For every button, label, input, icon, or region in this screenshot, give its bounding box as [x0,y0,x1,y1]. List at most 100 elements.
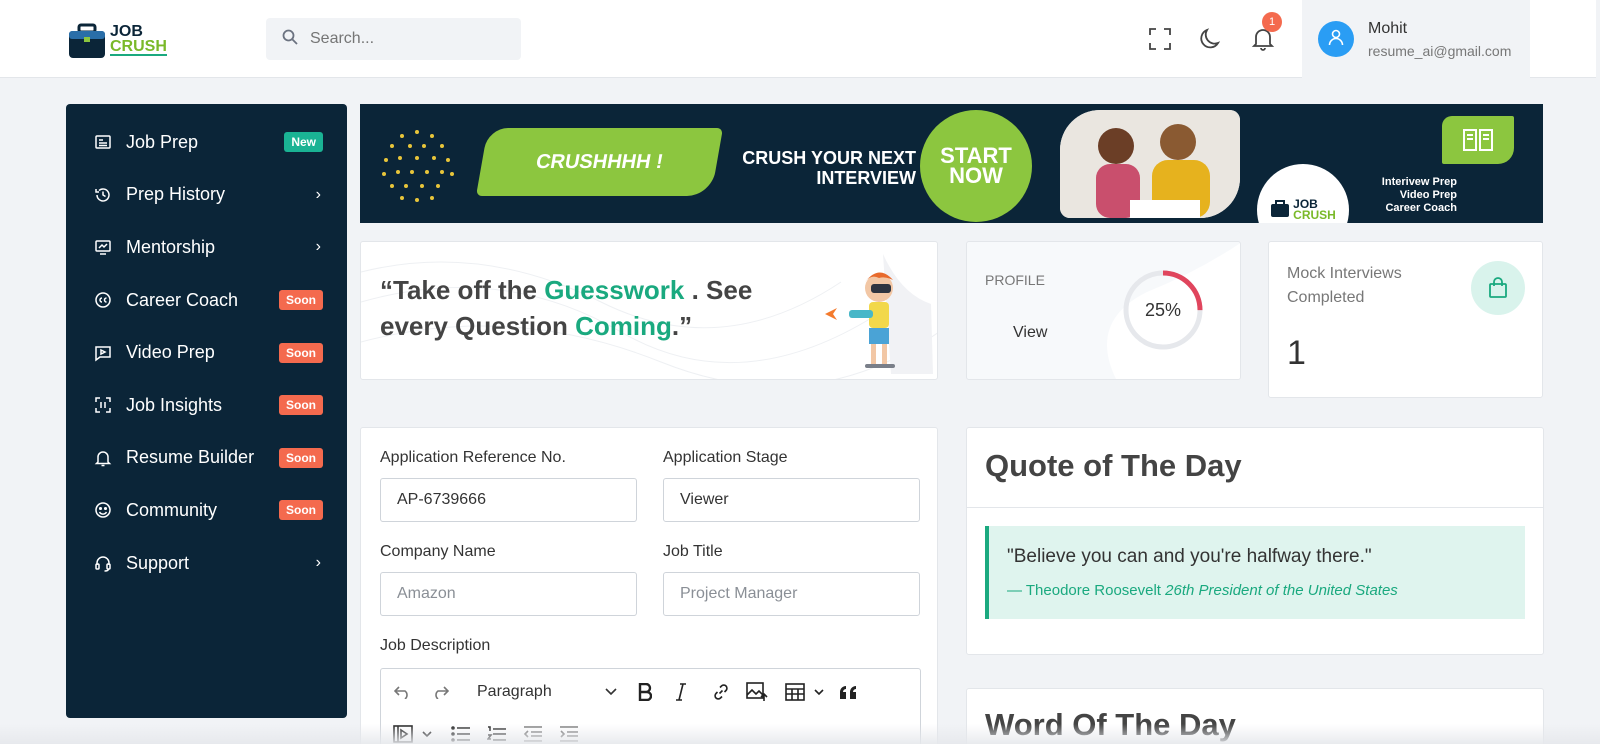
banner-headline-line2: INTERVIEW [816,168,916,188]
tagline-highlight: Coming [575,311,672,341]
dot-pattern-graphic [382,130,454,202]
italic-icon[interactable] [667,678,695,706]
outdent-icon[interactable] [519,720,547,744]
blockquote-icon[interactable] [835,678,863,706]
start-now-button[interactable]: START NOW [920,110,1032,222]
paragraph-style-select[interactable]: Paragraph [477,681,617,703]
sidebar-item-label: Job Prep [126,131,199,152]
banner-feature: Video Prep [1399,189,1457,201]
soon-badge: Soon [279,290,323,311]
banner-feature: Interivew Prep [1381,176,1457,188]
insert-image-icon[interactable] [743,678,771,706]
rich-text-editor[interactable]: Paragraph [380,668,921,744]
quote-text: "Believe you can and you're halfway ther… [1007,546,1372,567]
tagline-highlight: Guesswork [544,275,685,305]
job-description-label: Job Description [380,637,491,654]
chevron-right-icon: › [315,554,321,572]
indent-icon[interactable] [555,720,583,744]
new-badge: New [284,132,323,153]
promo-banner[interactable]: CRUSHHHH ! CRUSH YOUR NEXT INTERVIEW STA… [360,104,1543,223]
students-photo [1060,110,1240,218]
banner-feature: Career Coach [1385,202,1457,214]
book-icon [1442,116,1514,164]
quote-author-title: 26th President of the United States [1165,582,1398,599]
tagline-part: “Take off the [380,275,545,305]
job-title-label: Job Title [663,543,723,560]
sidebar-item-video-prep[interactable]: Video Prep Soon [66,326,347,379]
sidebar-item-label: Support [126,552,190,573]
sidebar-item-label: Resume Builder [126,447,255,468]
tagline-part: .” [671,311,693,341]
chevron-down-icon[interactable] [805,678,833,706]
mock-interviews-card: Mock Interviews Completed 1 [1268,241,1543,398]
sidebar-item-label: Career Coach [126,289,239,310]
bold-icon[interactable] [631,678,659,706]
undo-icon[interactable] [389,678,417,706]
banner-logo-crush: CRUSH [1293,208,1336,222]
profile-view-link[interactable]: View [1013,324,1047,342]
chevron-down-icon[interactable] [413,720,441,744]
bullet-list-icon[interactable] [447,720,475,744]
scan-icon [94,396,112,414]
banner-headline: CRUSH YOUR NEXT INTERVIEW [726,148,916,188]
sidebar-item-job-prep[interactable]: Job Prep New [66,116,347,169]
word-of-the-day-card: Word Of The Day [966,688,1544,744]
sidebar-item-career-coach[interactable]: Career Coach Soon [66,274,347,327]
fullscreen-icon[interactable] [1147,26,1173,52]
chevron-right-icon: › [315,238,321,256]
chevron-down-icon [605,683,617,701]
tagline-text: “Take off the Guesswork . See every Ques… [380,272,810,344]
search-icon [282,29,298,50]
stage-field[interactable] [663,478,920,522]
link-icon[interactable] [707,678,735,706]
chevron-right-icon: › [315,185,321,203]
quote-author-name: — Theodore Roosevelt [1007,582,1166,599]
sidebar-item-label: Job Insights [126,394,223,415]
sidebar-item-community[interactable]: Community Soon [66,484,347,537]
logo-text-crush: CRUSH [110,38,167,56]
banner-brush-text: CRUSHHHH ! [476,128,723,196]
app-logo[interactable]: JOB CRUSH [68,20,188,60]
ref-number-field[interactable] [380,478,637,522]
numbered-list-icon[interactable] [483,720,511,744]
paragraph-style-value: Paragraph [477,683,552,700]
sidebar-item-support[interactable]: Support › [66,537,347,590]
smiley-icon [94,501,112,519]
company-name-field[interactable] [380,572,637,616]
soon-badge: Soon [279,500,323,521]
sidebar-item-prep-history[interactable]: Prep History › [66,169,347,222]
job-title-field[interactable] [663,572,920,616]
search-input[interactable] [310,30,510,48]
quote-author: — Theodore Roosevelt 26th President of t… [1007,582,1398,599]
banner-feature-list: Interivew Prep Video Prep Career Coach [1363,176,1457,215]
quote-box: "Believe you can and you're halfway ther… [985,526,1525,619]
shopping-bag-icon [1471,261,1525,315]
tagline-card: “Take off the Guesswork . See every Ques… [360,241,938,380]
sidebar-item-resume-builder[interactable]: Resume Builder Soon [66,432,347,485]
profile-percent: 25% [1144,299,1182,320]
search-bar[interactable] [266,18,521,60]
stage-label: Application Stage [663,449,788,466]
sidebar-item-mentorship[interactable]: Mentorship › [66,221,347,274]
word-of-the-day-title: Word Of The Day [985,707,1236,742]
dark-mode-icon[interactable] [1198,26,1224,52]
soon-badge: Soon [279,447,323,468]
vr-kid-illustration [825,254,933,374]
headset-icon [94,554,112,572]
company-label: Company Name [380,543,496,560]
briefcase-icon [68,23,106,58]
profile-label: PROFILE [985,272,1045,288]
notification-badge: 1 [1262,12,1282,32]
cta-line2: NOW [949,163,1003,188]
bell-outline-icon [94,449,112,467]
sidebar-item-label: Video Prep [126,342,215,363]
quote-of-the-day-card: Quote of The Day "Believe you can and yo… [966,427,1544,655]
user-menu[interactable]: Mohit resume_ai@gmail.com [1302,0,1530,78]
profile-card[interactable]: PROFILE View 25% [966,241,1241,380]
banner-logo: JOB CRUSH [1257,164,1349,223]
briefcase-icon [1270,199,1290,221]
redo-icon[interactable] [426,678,454,706]
sidebar-item-job-insights[interactable]: Job Insights Soon [66,379,347,432]
history-icon [94,186,112,204]
user-icon [1327,28,1345,51]
